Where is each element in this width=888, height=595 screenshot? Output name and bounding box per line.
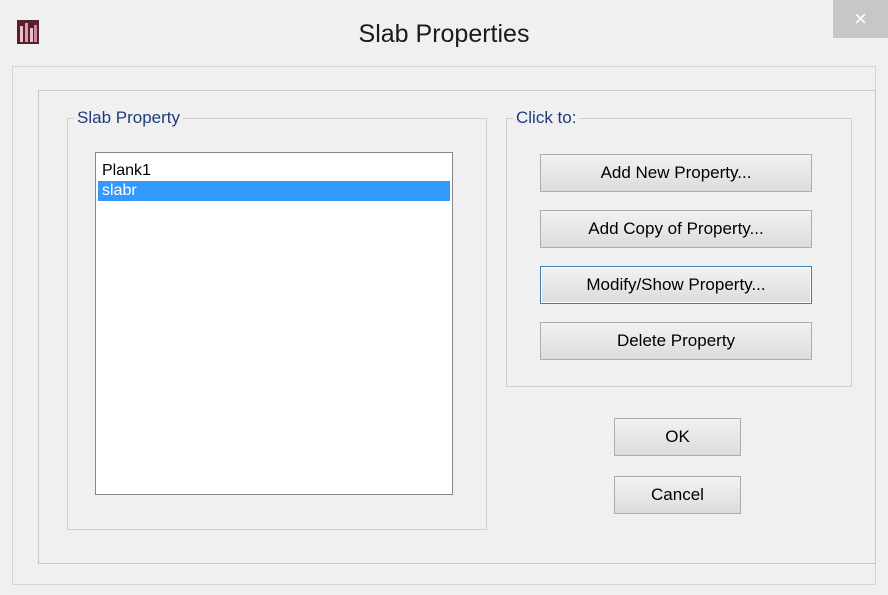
click-to-legend: Click to: (516, 108, 577, 127)
cancel-button[interactable]: Cancel (614, 476, 741, 514)
list-item-selected[interactable]: slabr (98, 181, 450, 201)
slab-property-legend: Slab Property (77, 108, 180, 127)
modify-show-property-button[interactable]: Modify/Show Property... (540, 266, 812, 304)
close-button[interactable]: × (833, 0, 888, 38)
ok-button[interactable]: OK (614, 418, 741, 456)
title-bar: Slab Properties × (0, 0, 888, 66)
delete-property-button[interactable]: Delete Property (540, 322, 812, 360)
window-title: Slab Properties (358, 20, 530, 48)
add-copy-of-property-button[interactable]: Add Copy of Property... (540, 210, 812, 248)
add-new-property-button[interactable]: Add New Property... (540, 154, 812, 192)
slab-property-list[interactable]: Plank1 slabr (95, 152, 453, 495)
close-icon: × (854, 6, 867, 31)
list-item[interactable]: Plank1 (98, 161, 450, 181)
